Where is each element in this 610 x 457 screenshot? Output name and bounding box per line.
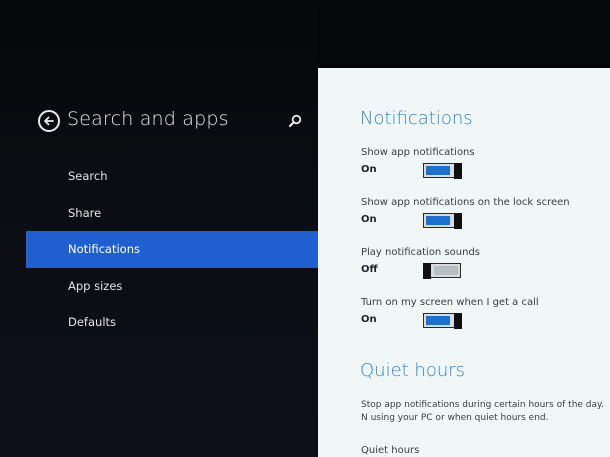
- toggle-row: On: [361, 212, 610, 229]
- toggle-fill: [426, 316, 450, 325]
- setting-label: Play notification sounds: [361, 247, 481, 258]
- nav-item-app-sizes[interactable]: App sizes: [26, 268, 318, 305]
- nav-item-label: Search: [68, 169, 108, 183]
- nav-item-notifications[interactable]: Notifications: [26, 231, 318, 268]
- toggle-show-app-notifications[interactable]: [423, 162, 462, 179]
- toggle-row: On: [361, 162, 610, 179]
- setting-lock-screen-notifications: Show app notifications on the lock scree…: [361, 197, 610, 229]
- toggle-fill: [434, 266, 458, 275]
- toggle-fill: [426, 216, 450, 225]
- page-title: Search and apps: [67, 108, 229, 130]
- nav-item-defaults[interactable]: Defaults: [26, 304, 318, 341]
- toggle-lock-screen-notifications[interactable]: [423, 212, 462, 229]
- nav-item-share[interactable]: Share: [26, 195, 318, 232]
- toggle-row: On: [361, 312, 610, 329]
- nav-item-label: Notifications: [68, 242, 140, 256]
- toggle-state: On: [361, 164, 377, 175]
- setting-show-app-notifications: Show app notifications On: [361, 147, 610, 179]
- notifications-heading: Notifications: [360, 108, 473, 129]
- back-arrow-icon: [44, 116, 54, 126]
- toggle-thumb: [453, 212, 462, 229]
- quiet-hours-heading: Quiet hours: [360, 360, 466, 381]
- setting-screen-on-call: Turn on my screen when I get a call On: [361, 297, 610, 329]
- nav-list: Search Share Notifications App sizes Def…: [26, 158, 318, 341]
- toggle-screen-on-call[interactable]: [423, 312, 462, 329]
- quiet-hours-label: Quiet hours: [361, 445, 420, 456]
- toggle-thumb: [453, 162, 462, 179]
- screen: Search and apps Search Share Notificatio…: [0, 0, 610, 457]
- toggle-fill: [426, 166, 450, 175]
- toggle-state: On: [361, 314, 377, 325]
- toggle-state: Off: [361, 264, 378, 275]
- settings-content-pane: Notifications Show app notifications On …: [318, 68, 610, 457]
- toggle-state: On: [361, 214, 377, 225]
- toggle-thumb: [422, 262, 431, 279]
- search-icon[interactable]: [287, 113, 303, 129]
- nav-item-label: App sizes: [68, 278, 123, 293]
- toggle-row: Off: [361, 262, 610, 279]
- setting-label: Turn on my screen when I get a call: [361, 297, 539, 308]
- nav-item-search[interactable]: Search: [26, 158, 318, 195]
- toggle-thumb: [453, 312, 462, 329]
- setting-label: Show app notifications: [361, 147, 475, 158]
- nav-item-label: Defaults: [68, 315, 117, 329]
- nav-item-label: Share: [68, 205, 102, 220]
- setting-notification-sounds: Play notification sounds Off: [361, 247, 610, 279]
- back-button[interactable]: [38, 110, 60, 132]
- toggle-notification-sounds[interactable]: [422, 262, 461, 279]
- setting-label: Show app notifications on the lock scree…: [361, 197, 570, 208]
- settings-nav-pane: Search and apps Search Share Notificatio…: [0, 0, 318, 457]
- quiet-hours-description: Stop app notifications during certain ho…: [361, 400, 604, 423]
